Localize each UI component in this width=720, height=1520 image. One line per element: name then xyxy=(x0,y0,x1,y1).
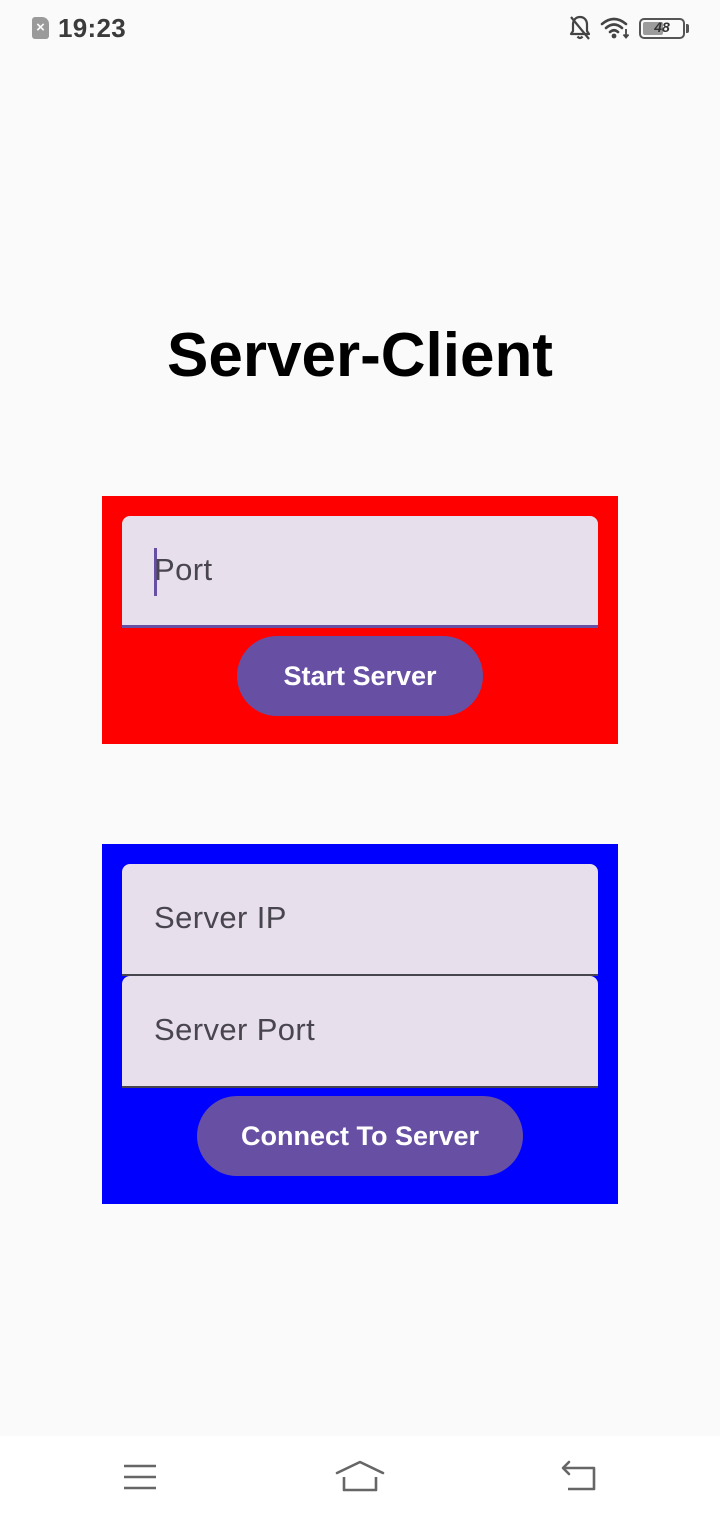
client-panel: Server IP Server Port Connect To Server xyxy=(102,844,618,1204)
server-panel: Port Start Server xyxy=(102,496,618,744)
battery-level: 48 xyxy=(654,19,670,35)
server-port-placeholder: Server Port xyxy=(154,1012,316,1047)
wifi-icon xyxy=(600,17,630,39)
server-port-input[interactable]: Server Port xyxy=(122,976,598,1088)
bell-off-icon xyxy=(569,15,591,40)
port-placeholder: Port xyxy=(154,552,213,587)
connect-to-server-button[interactable]: Connect To Server xyxy=(197,1096,523,1176)
back-icon[interactable] xyxy=(560,1458,600,1494)
start-server-button[interactable]: Start Server xyxy=(237,636,483,716)
server-ip-input[interactable]: Server IP xyxy=(122,864,598,976)
server-ip-placeholder: Server IP xyxy=(154,900,287,935)
status-time: 19:23 xyxy=(58,13,126,43)
page-title: Server-Client xyxy=(167,321,553,390)
home-icon[interactable] xyxy=(334,1458,386,1494)
app-screen: × 19:23 48 Server-Client Port Start Serv… xyxy=(0,0,720,1520)
menu-icon[interactable] xyxy=(122,1458,158,1494)
status-bar: × 19:23 48 xyxy=(0,0,720,58)
navigation-bar xyxy=(0,1436,720,1520)
port-input[interactable]: Port xyxy=(122,516,598,628)
battery-icon: 48 xyxy=(639,18,685,39)
battery-tip xyxy=(686,24,689,33)
sim-icon: × xyxy=(32,17,49,39)
